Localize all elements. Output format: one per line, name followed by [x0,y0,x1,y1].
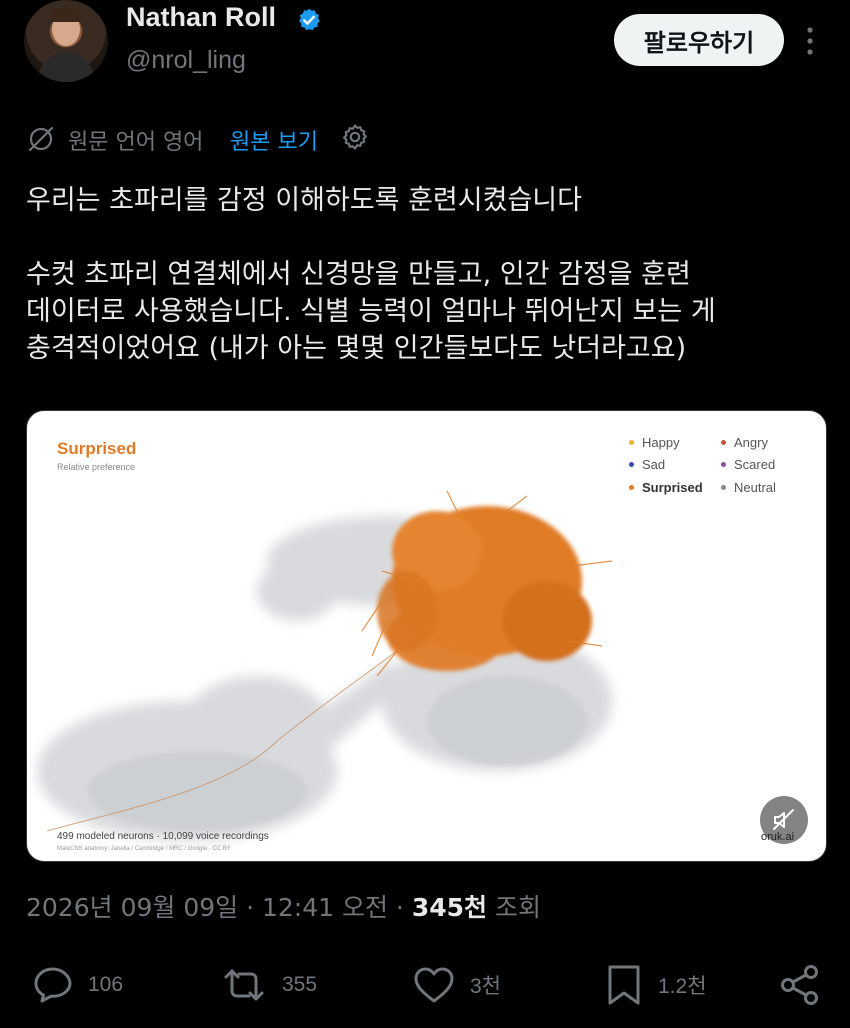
tweet-text: 우리는 초파리를 감정 이해하도록 훈련시켰습니다 수컷 초파리 연결체에서 신… [26,182,826,367]
author-handle[interactable]: @nrol_ling [126,46,246,75]
media-credit-caption: MaleCNS anatomy: Janelia / Cambridge / M… [57,846,231,852]
emotion-title: Surprised [57,439,137,458]
watermark: oruk.ai [761,831,795,843]
author-avatar[interactable] [24,0,108,82]
legend-label: Happy [642,435,680,450]
share-button[interactable] [778,962,836,1008]
tweet-body-line: 수컷 초파리 연결체에서 신경망을 만들고, 인간 감정을 훈련 [26,259,691,290]
translation-label: 원문 언어 영어 [68,130,204,155]
legend-item: Happy [629,435,680,450]
views-count: 345천 [411,893,488,922]
verified-badge-icon [299,8,320,31]
legend-dot [629,440,634,445]
media-stats-caption: 499 modeled neurons · 10,099 voice recor… [57,831,269,842]
bookmark-button[interactable]: 1.2천 [604,962,707,1008]
legend-dot [721,462,726,467]
translate-off-icon [28,126,54,152]
legend-dot [721,440,726,445]
gear-icon[interactable] [340,122,370,152]
tweet-body-line: 충격적이었어요 (내가 아는 몇몇 인간들보다도 낫더라고요) [26,333,687,364]
legend-label: Scared [734,457,776,472]
bookmark-count: 1.2천 [658,975,707,998]
media-video[interactable]: Surprised Relative preference Happy Angr… [26,410,827,862]
like-count: 3천 [470,975,501,998]
reply-count: 106 [88,973,124,996]
legend-label: Surprised [642,480,703,495]
avatar-hair [50,8,82,22]
reply-icon [34,967,72,1003]
timestamp[interactable]: 2026년 09월 09일 · 12:41 오전 · [26,893,412,922]
legend-dot [721,485,726,490]
vertical-ellipsis-icon[interactable] [804,24,816,58]
tweet-headline: 우리는 초파리를 감정 이해하도록 훈련시켰습니다 [26,185,582,216]
legend-label: Angry [734,435,768,450]
share-icon [781,965,818,1005]
reply-button[interactable]: 106 [32,962,123,1008]
repost-icon [224,969,264,1001]
legend-item: Angry [721,435,768,450]
legend-dot [629,462,634,467]
follow-button[interactable]: 팔로우하기 [614,14,784,66]
show-original-link[interactable]: 원본 보기 [230,124,318,156]
repost-count: 355 [282,973,318,996]
bookmark-icon [608,965,640,1005]
speaker-muted-icon [773,809,794,830]
legend-item: Scared [721,457,775,472]
legend-label: Neutral [734,480,776,495]
tweet-body-line: 데이터로 사용했습니다. 식별 능력이 얼마나 뛰어난지 보는 게 [26,296,716,327]
emotion-subtitle: Relative preference [57,462,136,472]
tweet-meta: 2026년 09월 09일 · 12:41 오전 · 345천 조회 [26,888,541,924]
views-label: 조회 [487,893,541,922]
legend-dot [629,485,634,490]
legend-item-active: Surprised [629,480,703,495]
legend-item: Sad [629,457,665,472]
legend-label: Sad [642,457,666,472]
fly-brain-illustration [37,490,613,841]
like-button[interactable]: 3천 [412,962,501,1008]
avatar-shirt [38,52,94,82]
heart-icon [414,967,454,1003]
legend-item: Neutral [721,480,776,495]
author-name[interactable]: Nathan Roll [126,2,276,33]
repost-button[interactable]: 355 [220,962,317,1008]
